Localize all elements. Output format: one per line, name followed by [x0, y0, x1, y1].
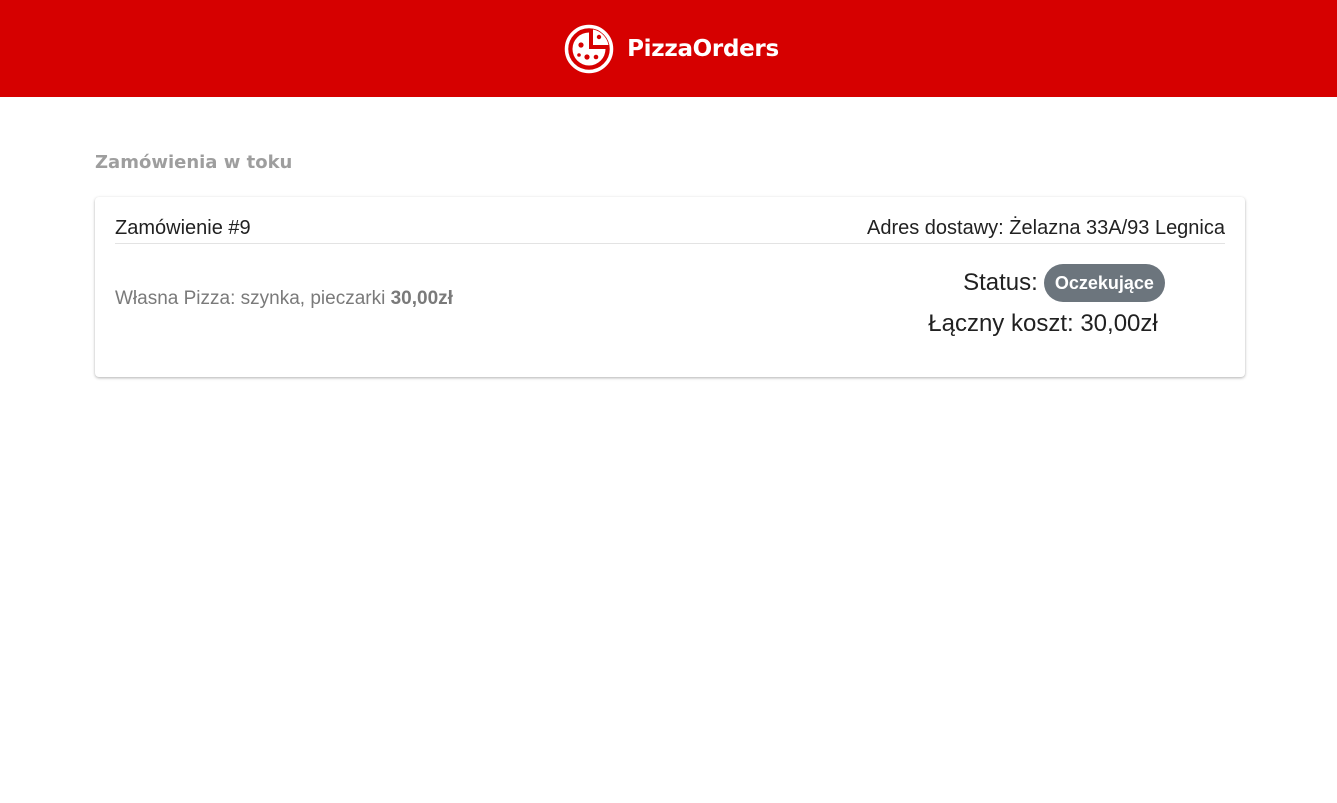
order-card: Zamówienie #9 Adres dostawy: Żelazna 33A… — [95, 197, 1245, 377]
order-item: Własna Pizza: szynka, pieczarki 30,00zł — [115, 288, 453, 310]
order-summary: Status: Oczekujące Łączny koszt: 30,00zł — [893, 264, 1193, 338]
pizza-slice-icon — [564, 24, 614, 73]
top-navbar: PizzaOrders — [0, 0, 1337, 97]
main-content: Zamówienia w toku Zamówienie #9 Adres do… — [0, 151, 1337, 377]
delivery-address: Adres dostawy: Żelazna 33A/93 Legnica — [867, 217, 1225, 239]
section-title: Zamówienia w toku — [95, 152, 293, 173]
order-number: Zamówienie #9 — [115, 217, 251, 239]
order-card-body: Własna Pizza: szynka, pieczarki 30,00zł … — [115, 244, 1225, 338]
order-item-price: 30,00zł — [390, 288, 453, 309]
order-card-header: Zamówienie #9 Adres dostawy: Żelazna 33A… — [115, 217, 1225, 244]
status-row: Status: Oczekujące — [935, 264, 1193, 302]
order-item-description: Własna Pizza: szynka, pieczarki — [115, 288, 386, 309]
status-label: Status: — [963, 269, 1038, 296]
brand-home-link[interactable]: PizzaOrders — [564, 24, 779, 74]
brand-name: PizzaOrders — [627, 35, 779, 62]
total-cost: Łączny koszt: 30,00zł — [928, 310, 1158, 337]
status-badge: Oczekujące — [1043, 264, 1165, 302]
